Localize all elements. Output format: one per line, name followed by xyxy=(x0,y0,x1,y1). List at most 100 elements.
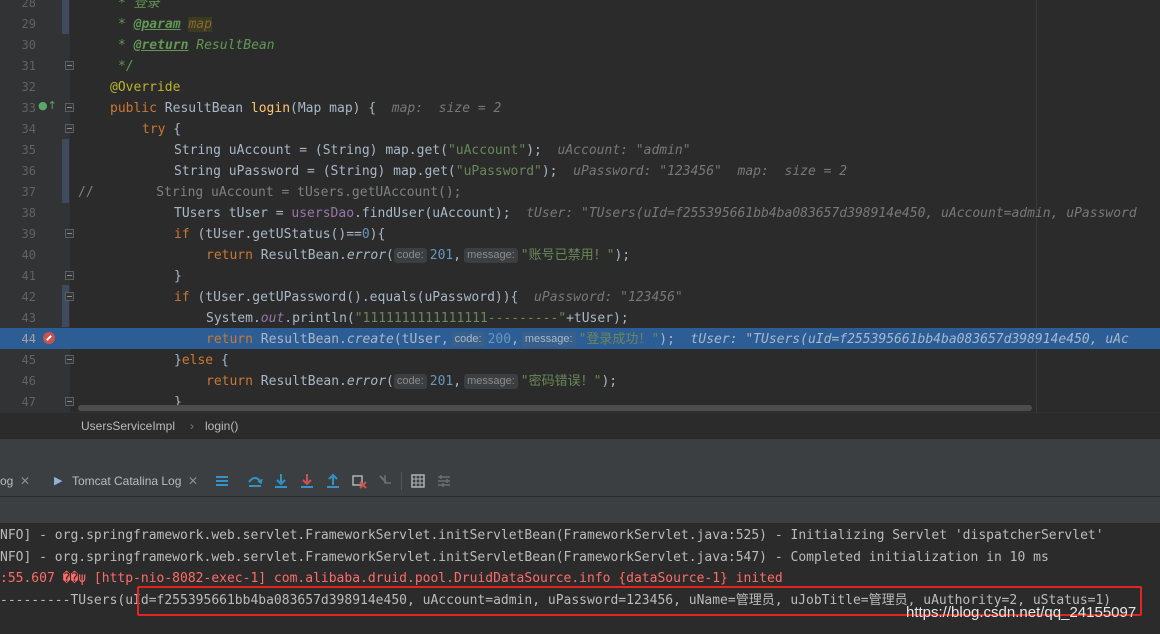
parameter-hint: message: xyxy=(464,374,518,389)
string-literal: "uPassword" xyxy=(455,164,542,179)
code-line-40: return ResultBean.error(code: 201, message… xyxy=(78,245,630,266)
code-text: TUsers tUser = xyxy=(174,206,292,221)
code-text: ResultBean. xyxy=(252,332,347,347)
number-literal: 201 xyxy=(429,248,454,263)
code-line-30: * @return ResultBean xyxy=(78,35,275,56)
fold-toggle-icon[interactable] xyxy=(65,397,74,406)
code-line-34: try { xyxy=(78,119,181,140)
keyword: return xyxy=(206,332,253,347)
string-literal: "登录成功！" xyxy=(578,332,660,347)
code-text: ResultBean. xyxy=(252,374,347,389)
parameter-hint: code: xyxy=(451,332,485,347)
comment: ResultBean xyxy=(188,38,275,53)
fold-toggle-icon[interactable] xyxy=(65,61,74,70)
close-icon[interactable]: ✕ xyxy=(20,474,30,488)
drop-frame-icon[interactable] xyxy=(351,473,367,489)
line-comment: // xyxy=(78,185,94,200)
line-number: 45 xyxy=(21,353,36,367)
static-method: error xyxy=(346,374,387,389)
fold-toggle-icon[interactable] xyxy=(65,292,74,301)
code-text: (tUser.getUPassword().equals(uPassword))… xyxy=(189,290,519,305)
code-text: } xyxy=(174,269,182,284)
keyword: else xyxy=(181,353,214,368)
code-line-35: String uAccount = (String) map.get("uAcc… xyxy=(78,140,691,161)
tab-tomcat-catalina-log[interactable]: Tomcat Catalina Log xyxy=(72,474,181,488)
annotation: @Override xyxy=(110,80,181,95)
step-over-icon[interactable] xyxy=(247,473,263,489)
keyword: if xyxy=(174,227,190,242)
code-line-38: TUsers tUser = usersDao.findUser(uAccoun… xyxy=(78,203,1137,224)
code-text: System. xyxy=(206,311,261,326)
inline-debug-value: uAccount: "admin" xyxy=(541,143,691,158)
step-into-icon[interactable] xyxy=(273,473,289,489)
code-text: ){ xyxy=(369,227,386,242)
code-text: , xyxy=(453,374,462,389)
line-number: 28 xyxy=(21,0,36,10)
code-text: ); xyxy=(601,374,618,389)
fold-toggle-icon[interactable] xyxy=(65,355,74,364)
code-text: +tUser); xyxy=(566,311,629,326)
code-line-41: } xyxy=(78,266,182,287)
line-number: 37 xyxy=(21,185,36,199)
horizontal-scrollbar[interactable] xyxy=(78,405,1032,411)
fold-toggle-icon[interactable] xyxy=(65,124,74,133)
string-literal: "账号已禁用！" xyxy=(520,248,615,263)
keyword: try xyxy=(142,122,166,137)
code-line-29: * @param map xyxy=(78,14,212,35)
string-literal: "1111111111111111---------" xyxy=(354,311,567,326)
javadoc-tag: @return xyxy=(133,38,189,53)
menu-icon[interactable] xyxy=(214,473,230,489)
fold-toggle-icon[interactable] xyxy=(65,229,74,238)
tab-log[interactable]: og xyxy=(0,474,13,488)
code-text: } xyxy=(174,353,182,368)
code-editor[interactable]: 28 29 30 31 32 33 34 35 36 37 38 39 40 4… xyxy=(0,0,1160,412)
breadcrumb-separator: › xyxy=(190,419,194,433)
override-method-icon[interactable]: ●↑ xyxy=(38,99,57,113)
keyword: return xyxy=(206,248,253,263)
tomcat-log-icon: ▶ xyxy=(54,475,63,487)
trace-icon[interactable] xyxy=(436,473,452,489)
parameter-hint: message: xyxy=(464,248,518,263)
inline-debug-value: map: size = 2 xyxy=(376,101,502,116)
line-number: 31 xyxy=(21,59,36,73)
inline-debug-value: uPassword: "123456" xyxy=(518,290,683,305)
code-line-33: public ResultBean login(Map map) { map: … xyxy=(78,98,501,119)
code-text: String uPassword = (String) map.get( xyxy=(174,164,456,179)
code-text: , xyxy=(453,248,462,263)
close-icon[interactable]: ✕ xyxy=(188,474,198,488)
evaluate-icon[interactable] xyxy=(410,473,426,489)
change-marker xyxy=(62,139,69,203)
code-line-39: if (tUser.getUStatus()==0){ xyxy=(78,224,385,245)
fold-toggle-icon[interactable] xyxy=(65,103,74,112)
breadcrumb-method[interactable]: login() xyxy=(205,419,238,433)
change-marker xyxy=(62,0,69,34)
line-number: 35 xyxy=(21,143,36,157)
fold-toggle-icon[interactable] xyxy=(65,271,74,280)
javadoc-param-name: map xyxy=(188,17,212,32)
force-step-into-icon[interactable] xyxy=(299,473,315,489)
panel-divider[interactable] xyxy=(0,438,1160,467)
field-reference: usersDao xyxy=(291,206,355,221)
line-number: 33 xyxy=(21,101,36,115)
keyword: public xyxy=(110,101,165,116)
code-text: { xyxy=(213,353,229,368)
breadcrumb-class[interactable]: UsersServiceImpl xyxy=(81,419,175,433)
breakpoint-icon[interactable] xyxy=(43,332,55,344)
code-line-31: */ xyxy=(78,56,134,77)
javadoc-tag: @param xyxy=(133,17,181,32)
code-text: ); xyxy=(526,143,542,158)
static-method: create xyxy=(346,332,394,347)
run-to-cursor-icon[interactable] xyxy=(377,473,393,489)
line-number: 47 xyxy=(21,395,36,409)
code-text: ); xyxy=(541,164,558,179)
step-out-icon[interactable] xyxy=(325,473,341,489)
type: ResultBean xyxy=(164,101,251,116)
code-text: ); xyxy=(659,332,675,347)
comment: * 登录 xyxy=(118,0,160,11)
code-text: , xyxy=(511,332,519,347)
number-literal: 200 xyxy=(487,332,512,347)
line-number-current: 44 xyxy=(21,332,36,346)
code-line-44: return ResultBean.create(tUser, code: 200,… xyxy=(78,329,1129,350)
code-line-42: if (tUser.getUPassword().equals(uPasswor… xyxy=(78,287,683,308)
code-line-45: }else { xyxy=(78,350,229,371)
